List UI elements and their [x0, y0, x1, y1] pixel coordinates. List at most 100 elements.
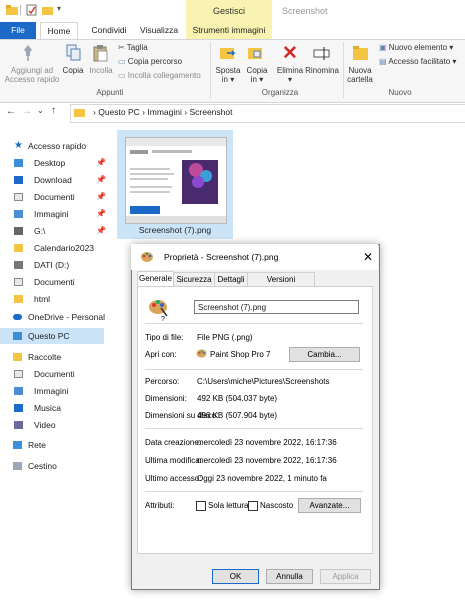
tab-home[interactable]: Home [40, 22, 78, 39]
copy-to-label-line2: in ▾ [250, 75, 264, 84]
nav-label: Accesso rapido [28, 141, 87, 151]
copy-button[interactable]: Copia [58, 66, 88, 75]
nav-item-lib-video[interactable]: Video [14, 417, 105, 433]
folder-icon [74, 107, 85, 119]
accessed-value: Oggi 23 novembre 2022, 1 minuto fa [197, 474, 327, 483]
read-only-checkbox[interactable] [196, 501, 206, 511]
nav-item-dati-d[interactable]: DATI (D:) [14, 257, 105, 273]
pin-label-line1: Aggiungi ad [10, 66, 54, 75]
paste-button[interactable]: Incolla [86, 66, 116, 75]
recent-locations-icon[interactable]: ⌄ [37, 106, 44, 115]
folder-icon [6, 4, 18, 16]
copy-path-button[interactable]: ▭ Copia percorso [118, 57, 182, 67]
nav-item-rete[interactable]: Rete [13, 437, 105, 453]
nav-item-g-drive[interactable]: G:\ 📌 [14, 223, 106, 239]
tab-generale[interactable]: Generale [137, 271, 174, 287]
pin-label-line2: Accesso rapido [4, 75, 60, 84]
nav-label: Cestino [28, 461, 57, 471]
new-item-button[interactable]: ▣ Nuovo elemento ▾ [379, 43, 453, 53]
nav-item-documenti-2[interactable]: Documenti [14, 274, 105, 290]
easy-access-button[interactable]: ▤ Accesso facilitato ▾ [379, 57, 456, 67]
window-title: Screenshot [282, 6, 328, 16]
tab-strumenti-immagini[interactable]: Strumenti immagini [186, 22, 272, 39]
video-icon [14, 421, 23, 429]
filename-field[interactable]: Screenshot (7).png [194, 300, 359, 314]
rename-button[interactable]: Rinomina [304, 66, 340, 75]
ribbon-separator [210, 42, 211, 98]
cancel-button[interactable]: Annulla [266, 569, 313, 584]
cut-button[interactable]: ✂ Taglia [118, 43, 148, 53]
copy-path-icon: ▭ [118, 57, 126, 66]
hidden-checkbox[interactable] [248, 501, 258, 511]
pin-quick-access-button[interactable]: Aggiungi ad Accesso rapido [4, 66, 60, 84]
folder-icon [14, 295, 23, 303]
music-icon [14, 404, 23, 412]
tab-sicurezza[interactable]: Sicurezza [173, 272, 215, 286]
delete-label: Elimina [276, 66, 304, 75]
tab-file[interactable]: File [0, 22, 36, 39]
open-with-value: Paint Shop Pro 7 [210, 350, 271, 359]
copy-icon [66, 44, 82, 64]
open-with-label: Apri con: [145, 350, 177, 359]
breadcrumb-item[interactable]: Questo PC [98, 107, 140, 117]
tab-visualizza[interactable]: Visualizza [136, 22, 182, 39]
breadcrumb: › Questo PC › Immagini › Screenshot [93, 104, 232, 121]
chevron-down-icon: ▾ [449, 43, 454, 52]
new-folder-button[interactable]: Nuova cartella [344, 66, 376, 84]
qat-customize-icon[interactable]: ▾ [57, 4, 61, 13]
breadcrumb-item[interactable]: Immagini [147, 107, 181, 117]
apply-button[interactable]: Applica [320, 569, 371, 584]
nav-item-lib-documenti[interactable]: Documenti [14, 366, 105, 382]
nav-item-accesso-rapido[interactable]: ★ Accesso rapido [14, 138, 105, 154]
close-icon[interactable]: ✕ [358, 244, 378, 270]
nav-item-questo-pc[interactable]: Questo PC [13, 328, 105, 344]
nav-label: Desktop [34, 158, 66, 168]
back-arrow-icon[interactable]: ← [6, 106, 16, 117]
nav-item-html[interactable]: html [14, 291, 105, 307]
new-item-icon: ▣ [379, 43, 387, 52]
move-to-button[interactable]: Sposta in ▾ [213, 66, 243, 84]
divider [145, 428, 363, 429]
ok-button[interactable]: OK [212, 569, 259, 584]
paste-shortcut-button[interactable]: ▭ Incolla collegamento [118, 71, 201, 81]
nav-item-onedrive[interactable]: OneDrive - Personal [13, 309, 105, 325]
file-type-label: Tipo di file: [145, 333, 184, 342]
move-to-icon [219, 44, 237, 64]
file-type-value: File PNG (.png) [197, 333, 253, 342]
new-folder-icon[interactable] [42, 4, 54, 16]
pin-icon: 📌 [96, 175, 106, 184]
desktop-icon [14, 159, 23, 167]
pictures-icon [14, 387, 23, 395]
nav-item-calendario2023[interactable]: Calendario2023 [14, 240, 105, 256]
forward-arrow-icon[interactable]: → [22, 106, 32, 117]
nav-item-lib-immagini[interactable]: Immagini [14, 383, 105, 399]
group-label-organizza: Organizza [261, 88, 299, 97]
tab-dettagli[interactable]: Dettagli [214, 272, 248, 286]
tab-condividi[interactable]: Condividi [84, 22, 134, 39]
nav-item-raccolte[interactable]: Raccolte [13, 349, 105, 365]
breadcrumb-item[interactable]: Screenshot [189, 107, 232, 117]
delete-button[interactable]: Elimina ▾ [274, 66, 306, 84]
file-thumbnail[interactable] [125, 137, 227, 224]
pin-icon: 📌 [96, 192, 106, 201]
separator [20, 5, 21, 15]
tab-versioni-precedenti[interactable]: Versioni precedenti [247, 272, 315, 297]
advanced-button[interactable]: Avanzate... [298, 498, 361, 513]
nav-item-documenti[interactable]: Documenti 📌 [14, 189, 106, 205]
nav-item-cestino[interactable]: Cestino [13, 458, 105, 474]
nav-item-desktop[interactable]: Desktop 📌 [14, 155, 106, 171]
nav-item-immagini[interactable]: Immagini 📌 [14, 206, 106, 222]
up-arrow-icon[interactable]: ↑ [51, 105, 56, 116]
copy-to-button[interactable]: Copia in ▾ [242, 66, 272, 84]
nav-item-download[interactable]: Download 📌 [14, 172, 106, 188]
paste-icon [93, 44, 109, 64]
change-button[interactable]: Cambia... [289, 347, 360, 362]
paint-shop-pro-icon [196, 348, 207, 361]
new-folder-label-line1: Nuova [348, 66, 372, 75]
properties-icon[interactable] [26, 4, 38, 16]
documents-icon [14, 278, 23, 286]
scissors-icon: ✂ [118, 43, 125, 52]
paste-shortcut-label: Incolla collegamento [127, 71, 201, 80]
nav-item-lib-musica[interactable]: Musica [14, 400, 105, 416]
divider [145, 323, 363, 324]
